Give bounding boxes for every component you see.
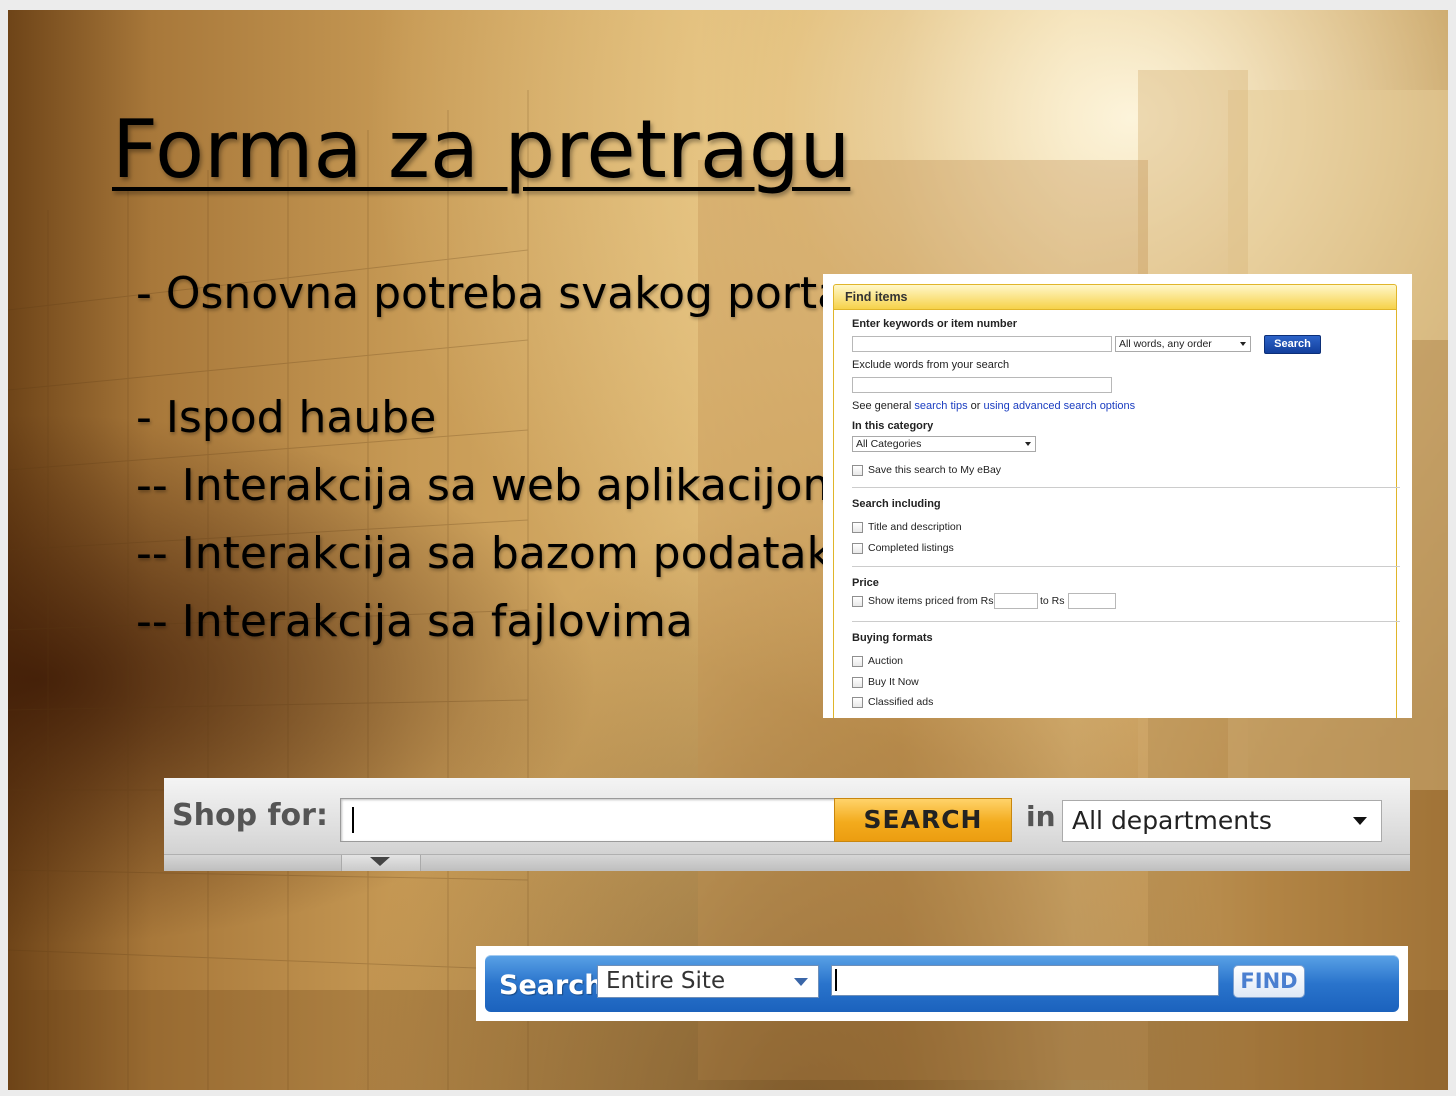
find-button[interactable]: FIND bbox=[1233, 965, 1305, 998]
match-select[interactable]: All words, any order bbox=[1115, 336, 1251, 352]
department-select[interactable]: All departments bbox=[1062, 800, 1382, 842]
category-select[interactable]: All Categories bbox=[852, 436, 1036, 452]
bullet-item: -- Interakcija sa web aplikacijom bbox=[136, 460, 846, 511]
tips-or: or bbox=[970, 400, 981, 412]
shop-for-input[interactable] bbox=[340, 798, 836, 842]
tips-prefix: See general bbox=[852, 400, 912, 412]
buying-formats-label: Buying formats bbox=[852, 632, 933, 644]
price-from-label: Show items priced from Rs bbox=[868, 595, 994, 607]
classified-ads-checkbox[interactable] bbox=[852, 697, 863, 708]
search-tips-line: See general search tips or using advance… bbox=[852, 400, 1135, 412]
bullet-item: - Osnovna potreba svakog portala bbox=[136, 268, 884, 319]
bullet-item: - Ispod haube bbox=[136, 392, 437, 443]
scope-select-value: Entire Site bbox=[606, 968, 726, 994]
buy-it-now-label: Buy It Now bbox=[868, 676, 919, 688]
search-label: Search bbox=[499, 970, 604, 1001]
site-search-input[interactable] bbox=[831, 965, 1219, 996]
exclude-label: Exclude words from your search bbox=[852, 359, 1010, 371]
shop-bar-lower-strip bbox=[164, 854, 1410, 871]
dropdown-tab[interactable] bbox=[341, 855, 421, 871]
department-select-value: All departments bbox=[1072, 806, 1272, 835]
divider bbox=[852, 487, 1400, 488]
keywords-label: Enter keywords or item number bbox=[852, 318, 1018, 330]
search-including-label: Search including bbox=[852, 498, 941, 510]
price-to-input[interactable] bbox=[1068, 593, 1116, 609]
dropdown-arrow-icon bbox=[1353, 817, 1367, 825]
price-to-label: to Rs bbox=[1040, 595, 1065, 607]
dropdown-arrow-icon bbox=[1025, 442, 1031, 446]
slide-title: Forma za pretragu bbox=[112, 103, 851, 196]
divider bbox=[852, 566, 1400, 567]
divider bbox=[852, 621, 1400, 622]
exclude-input[interactable] bbox=[852, 377, 1112, 393]
save-search-checkbox[interactable] bbox=[852, 465, 863, 476]
ebay-find-items-form: Find items Enter keywords or item number… bbox=[823, 274, 1412, 718]
category-label: In this category bbox=[852, 420, 934, 432]
dropdown-arrow-icon bbox=[1240, 342, 1246, 346]
completed-listings-checkbox[interactable] bbox=[852, 543, 863, 554]
dropdown-arrow-icon bbox=[794, 978, 808, 986]
auction-checkbox[interactable] bbox=[852, 656, 863, 667]
shop-search-button[interactable]: SEARCH bbox=[834, 798, 1012, 842]
category-select-value: All Categories bbox=[856, 438, 922, 450]
title-description-label: Title and description bbox=[868, 521, 962, 533]
buy-it-now-checkbox[interactable] bbox=[852, 677, 863, 688]
classified-ads-label: Classified ads bbox=[868, 696, 934, 708]
site-search-bar-inner: Search Entire Site FIND bbox=[485, 955, 1399, 1012]
save-search-label: Save this search to My eBay bbox=[868, 464, 1002, 476]
ebay-form-header: Find items bbox=[833, 284, 1397, 309]
ebay-form-body: Enter keywords or item number All words,… bbox=[833, 309, 1400, 718]
in-label: in bbox=[1026, 800, 1056, 833]
auction-label: Auction bbox=[868, 655, 904, 667]
bullet-item: -- Interakcija sa fajlovima bbox=[136, 596, 693, 647]
price-from-input[interactable] bbox=[994, 593, 1038, 609]
ebay-search-button[interactable]: Search bbox=[1264, 335, 1321, 354]
text-caret bbox=[352, 807, 354, 833]
match-select-value: All words, any order bbox=[1119, 338, 1212, 350]
completed-listings-label: Completed listings bbox=[868, 542, 954, 554]
price-checkbox[interactable] bbox=[852, 596, 863, 607]
ebay-form-title: Find items bbox=[845, 290, 908, 304]
title-description-checkbox[interactable] bbox=[852, 522, 863, 533]
price-label: Price bbox=[852, 577, 879, 589]
advanced-search-link[interactable]: using advanced search options bbox=[984, 400, 1136, 412]
scope-select[interactable]: Entire Site bbox=[597, 965, 819, 998]
slide: Forma za pretragu - Osnovna potreba svak… bbox=[8, 10, 1448, 1090]
shop-for-search-bar: Shop for: SEARCH in All departments bbox=[164, 778, 1410, 871]
text-caret bbox=[835, 969, 837, 991]
bullet-item: -- Interakcija sa bazom podataka bbox=[136, 528, 859, 579]
search-tips-link[interactable]: search tips bbox=[914, 400, 967, 412]
keywords-input[interactable] bbox=[852, 336, 1112, 352]
site-search-bar: Search Entire Site FIND bbox=[476, 946, 1408, 1021]
shop-for-label: Shop for: bbox=[172, 798, 328, 833]
chevron-down-icon bbox=[370, 857, 390, 866]
